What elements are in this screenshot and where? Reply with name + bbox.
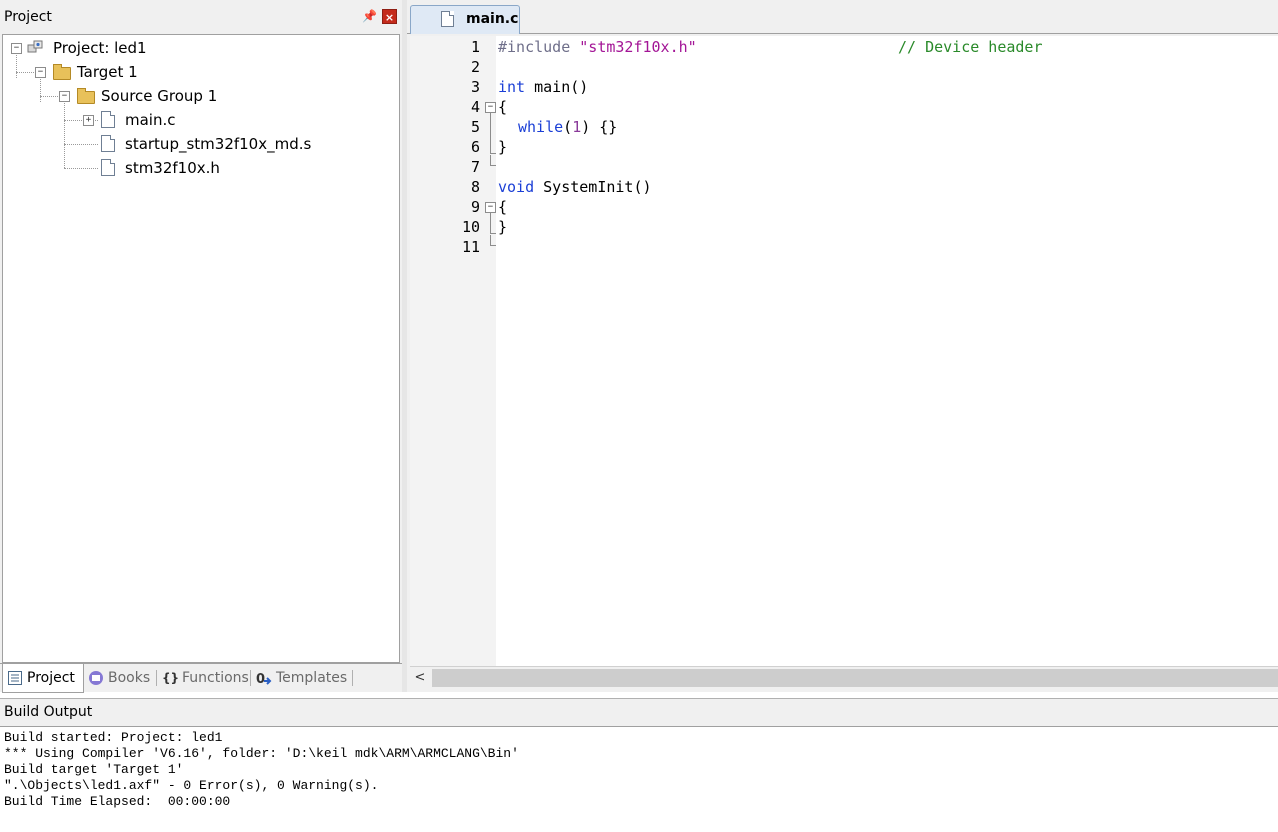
- file-icon: [101, 111, 115, 128]
- build-output-header: Build Output: [0, 698, 1278, 726]
- editor-tab-main-c[interactable]: main.c: [410, 5, 520, 34]
- tree-item-project[interactable]: − Project: led1: [3, 37, 393, 59]
- code-line: void SystemInit(): [498, 177, 652, 197]
- build-output-line: *** Using Compiler 'V6.16', folder: 'D:\…: [4, 746, 519, 761]
- line-number: 6: [470, 138, 480, 156]
- tab-books[interactable]: Books: [84, 664, 156, 692]
- scrollbar-thumb[interactable]: [432, 669, 1278, 687]
- tree-item-target[interactable]: − Target 1: [3, 61, 393, 83]
- collapse-icon[interactable]: −: [35, 67, 46, 78]
- editor-tab-bar: [407, 0, 1278, 34]
- project-tree: − Project: led1 − Target 1 − Source Grou…: [2, 34, 400, 663]
- tab-label: Books: [108, 670, 151, 686]
- line-number: 3: [470, 78, 480, 96]
- tree-item-label: main.c: [125, 111, 176, 129]
- code-line: int main(): [498, 77, 588, 97]
- tab-label: Project: [27, 670, 75, 686]
- build-output-line: Build Time Elapsed: 00:00:00: [4, 794, 231, 809]
- file-icon: [441, 11, 454, 27]
- code-text: main(): [525, 78, 589, 96]
- line-number: 9: [470, 198, 480, 216]
- functions-icon: {}: [162, 671, 180, 685]
- project-root-icon: [27, 39, 43, 53]
- fold-collapse-icon[interactable]: −: [485, 202, 496, 213]
- code-string: "stm32f10x.h": [579, 38, 697, 56]
- code-keyword: int: [498, 78, 526, 96]
- svg-text:0: 0: [256, 672, 265, 686]
- line-number: 11: [461, 238, 480, 256]
- tree-item-file[interactable]: stm32f10x.h: [3, 157, 393, 179]
- collapse-icon[interactable]: −: [11, 43, 22, 54]
- project-panel-tabs: Project Books {} Functions 0 Templates: [0, 663, 402, 693]
- editor-tab-label: main.c: [466, 11, 519, 27]
- code-comment: // Device header: [898, 38, 1043, 56]
- code-text: (: [563, 118, 573, 136]
- build-output-line: Build started: Project: led1: [4, 730, 223, 745]
- expand-icon[interactable]: +: [83, 115, 94, 126]
- target-folder-icon: [53, 64, 71, 80]
- books-icon: [88, 670, 104, 686]
- code-preprocessor: #include: [498, 38, 580, 56]
- code-text: SystemInit(): [534, 178, 652, 196]
- file-icon: [101, 159, 115, 176]
- code-line: #include "stm32f10x.h": [498, 37, 697, 57]
- tree-item-source-group[interactable]: − Source Group 1: [3, 85, 393, 107]
- folder-open-icon: [77, 88, 95, 104]
- build-output-title: Build Output: [4, 704, 93, 720]
- close-icon[interactable]: ×: [382, 9, 397, 24]
- tree-item-label: startup_stm32f10x_md.s: [125, 135, 312, 153]
- project-tab-icon: [7, 670, 23, 686]
- code-keyword: void: [498, 178, 535, 196]
- tree-item-label: Project: led1: [53, 39, 147, 57]
- line-number: 8: [470, 178, 480, 196]
- tab-templates[interactable]: 0 Templates: [252, 664, 352, 692]
- tree-item-label: Source Group 1: [101, 87, 218, 105]
- tree-item-label: stm32f10x.h: [125, 159, 220, 177]
- pin-icon[interactable]: 📌: [362, 8, 377, 24]
- line-number: 4: [470, 98, 480, 116]
- build-output-line: ".\Objects\led1.axf" - 0 Error(s), 0 War…: [4, 778, 379, 793]
- project-panel-title: Project: [4, 9, 52, 25]
- code-number: 1: [572, 118, 582, 136]
- code-text: ) {}: [581, 118, 618, 136]
- build-output-panel[interactable]: Build started: Project: led1 *** Using C…: [0, 726, 1278, 832]
- code-line: }: [498, 138, 508, 156]
- fold-collapse-icon[interactable]: −: [485, 102, 496, 113]
- code-line: {: [498, 198, 508, 216]
- tree-item-label: Target 1: [77, 63, 138, 81]
- tab-label: Templates: [276, 670, 348, 686]
- tab-functions[interactable]: {} Functions: [158, 664, 249, 692]
- templates-icon: 0: [256, 670, 272, 687]
- tab-label: Functions: [182, 670, 249, 686]
- build-output-line: Build target 'Target 1': [4, 762, 184, 777]
- code-line: {: [498, 98, 508, 116]
- code-line: while(1) {}: [518, 117, 617, 137]
- line-number: 5: [470, 118, 480, 136]
- line-number: 2: [470, 58, 480, 76]
- tree-item-file[interactable]: + main.c: [3, 109, 393, 131]
- tab-project[interactable]: Project: [2, 664, 84, 693]
- line-number: 10: [461, 218, 480, 236]
- line-number: 7: [470, 158, 480, 176]
- file-icon: [101, 135, 115, 152]
- code-line: }: [498, 218, 508, 236]
- collapse-icon[interactable]: −: [59, 91, 70, 102]
- scroll-left-icon[interactable]: <: [412, 670, 428, 686]
- line-number: 1: [470, 38, 480, 56]
- project-panel-header: Project 📌 ×: [0, 0, 402, 34]
- tree-item-file[interactable]: startup_stm32f10x_md.s: [3, 133, 393, 155]
- code-keyword: while: [518, 118, 564, 136]
